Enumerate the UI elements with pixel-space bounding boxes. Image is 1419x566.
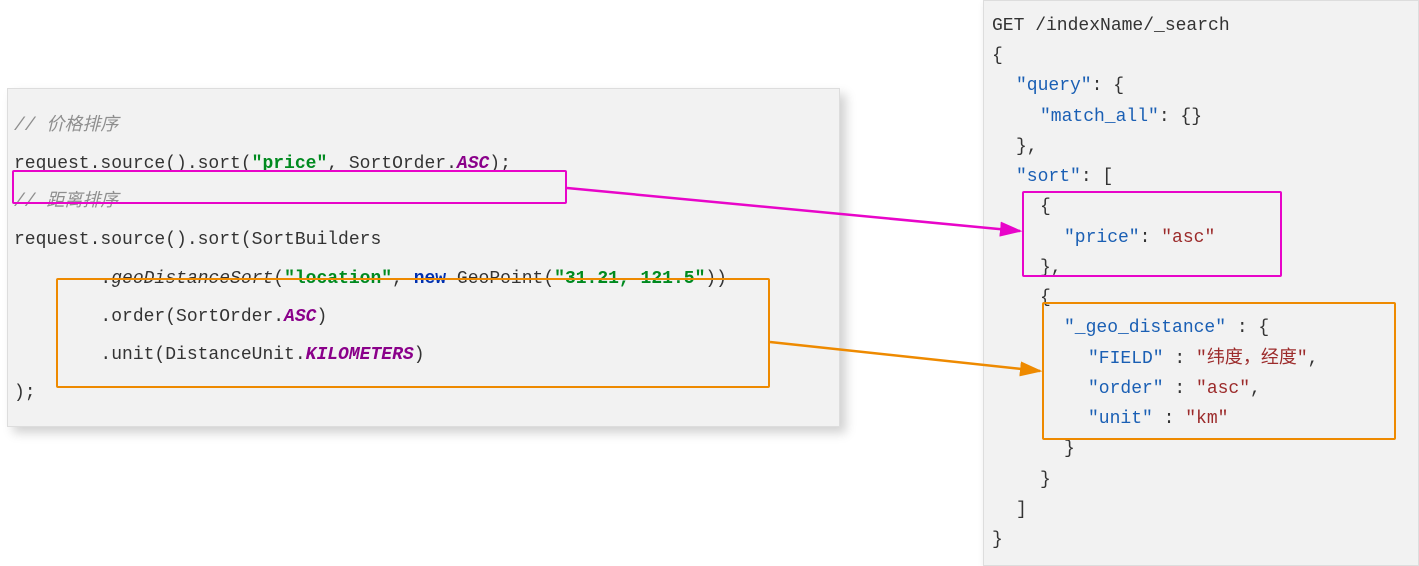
json-key: "order"	[1088, 379, 1164, 399]
comment-distance: // 距离排序	[14, 183, 833, 221]
json-key: "match_all"	[1040, 107, 1159, 127]
json-key: "unit"	[1088, 409, 1153, 429]
comment-price: // 价格排序	[14, 107, 833, 145]
method-name: geoDistanceSort	[111, 269, 273, 289]
json-obj-open: {	[992, 192, 1412, 222]
json-punct: : {	[1226, 318, 1269, 338]
code-text: );	[489, 154, 511, 174]
java-close-line: );	[14, 374, 833, 412]
json-punct: : {}	[1159, 107, 1202, 127]
json-punct: :	[1153, 409, 1185, 429]
json-obj-close: }	[992, 465, 1412, 495]
json-value: "km"	[1185, 409, 1228, 429]
json-obj-close: },	[992, 253, 1412, 283]
json-punct: :	[1164, 349, 1196, 369]
json-request-panel: GET /indexName/_search { "query": { "mat…	[983, 0, 1419, 566]
json-matchall-line: "match_all": {}	[992, 102, 1412, 132]
code-text: )	[414, 345, 425, 365]
java-geodistance-line: .geoDistanceSort("location", new GeoPoin…	[14, 260, 833, 298]
code-text: , SortOrder.	[327, 154, 457, 174]
code-text: .	[14, 269, 111, 289]
json-punct: :	[1164, 379, 1196, 399]
java-order-line: .order(SortOrder.ASC)	[14, 298, 833, 336]
string-literal: "31.21, 121.5"	[554, 269, 705, 289]
json-punct: ,	[1308, 349, 1319, 369]
json-obj-close: }	[992, 434, 1412, 464]
java-sort-builders-line: request.source().sort(SortBuilders	[14, 221, 833, 259]
json-array-close: ]	[992, 495, 1412, 525]
json-brace-close: }	[992, 525, 1412, 555]
json-punct: : {	[1092, 76, 1124, 96]
string-literal: "location"	[284, 269, 392, 289]
java-code-panel: // 价格排序 request.source().sort("price", S…	[7, 88, 840, 427]
json-geodistance-line: "_geo_distance" : {	[992, 313, 1412, 343]
enum-literal: KILOMETERS	[306, 345, 414, 365]
json-query-line: "query": {	[992, 71, 1412, 101]
json-value: "asc"	[1161, 228, 1215, 248]
json-request-line: GET /indexName/_search	[992, 11, 1412, 41]
json-order-line: "order" : "asc",	[992, 374, 1412, 404]
code-text: request.source().sort(	[14, 154, 252, 174]
code-text: GeoPoint(	[446, 269, 554, 289]
json-key: "sort"	[1016, 167, 1081, 187]
json-brace-close: },	[992, 132, 1412, 162]
enum-literal: ASC	[457, 154, 489, 174]
json-punct: : [	[1081, 167, 1113, 187]
code-text: ))	[705, 269, 727, 289]
code-text: .unit(DistanceUnit.	[14, 345, 306, 365]
json-key: "FIELD"	[1088, 349, 1164, 369]
json-punct: :	[1140, 228, 1162, 248]
java-unit-line: .unit(DistanceUnit.KILOMETERS)	[14, 336, 833, 374]
json-brace-open: {	[992, 41, 1412, 71]
json-obj-open: {	[992, 283, 1412, 313]
code-text: .order(SortOrder.	[14, 307, 284, 327]
json-sort-line: "sort": [	[992, 162, 1412, 192]
java-sort-price-line: request.source().sort("price", SortOrder…	[14, 145, 833, 183]
json-price-line: "price": "asc"	[992, 223, 1412, 253]
keyword: new	[414, 269, 446, 289]
code-text: ,	[392, 269, 414, 289]
code-text: (	[273, 269, 284, 289]
enum-literal: ASC	[284, 307, 316, 327]
string-literal: "price"	[252, 154, 328, 174]
json-key: "price"	[1064, 228, 1140, 248]
json-key: "_geo_distance"	[1064, 318, 1226, 338]
json-value: "asc"	[1196, 379, 1250, 399]
json-punct: ,	[1250, 379, 1261, 399]
json-unit-line: "unit" : "km"	[992, 404, 1412, 434]
code-text: )	[316, 307, 327, 327]
json-key: "query"	[1016, 76, 1092, 96]
json-value: "纬度，经度"	[1196, 349, 1308, 369]
json-field-line: "FIELD" : "纬度，经度",	[992, 344, 1412, 374]
